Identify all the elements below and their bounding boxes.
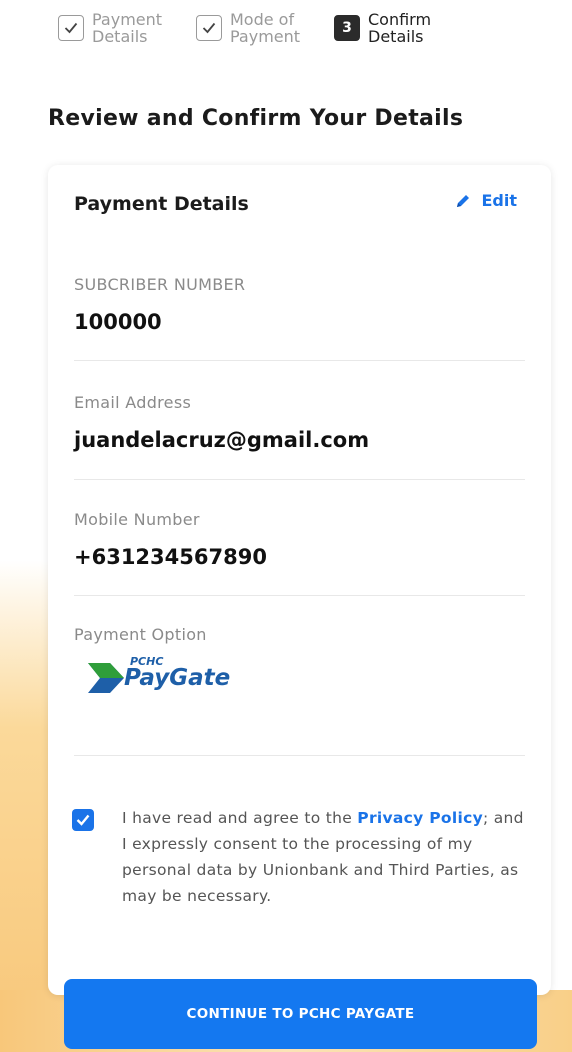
- divider: [74, 595, 525, 596]
- logo-paygate-text: PayGate: [124, 665, 231, 691]
- step-mode-of-payment[interactable]: Mode of Payment: [196, 11, 316, 45]
- check-icon: [196, 15, 222, 41]
- mobile-number-field: Mobile Number +631234567890: [74, 510, 525, 569]
- step-confirm-details[interactable]: 3 Confirm Details: [334, 11, 454, 45]
- step-label: Mode of Payment: [230, 10, 301, 46]
- email-address-field: Email Address juandelacruz@gmail.com: [74, 393, 525, 452]
- payment-option-field: Payment Option: [74, 625, 525, 644]
- field-value: 100000: [74, 310, 162, 334]
- checkmark-icon: [76, 814, 90, 826]
- edit-label: Edit: [481, 191, 517, 210]
- paygate-arrow-icon: [88, 663, 124, 693]
- pchc-paygate-logo: PCHC PayGate: [88, 655, 268, 705]
- edit-button[interactable]: Edit: [455, 191, 517, 210]
- pencil-icon: [457, 194, 470, 207]
- consent-section: I have read and agree to the Privacy Pol…: [72, 805, 532, 909]
- field-label: SUBCRIBER NUMBER: [74, 275, 246, 294]
- card-title: Payment Details: [74, 193, 249, 215]
- continue-to-pchc-paygate-button[interactable]: CONTINUE TO PCHC PAYGATE: [64, 979, 537, 1049]
- step-label: Confirm Details: [368, 10, 432, 46]
- divider: [74, 479, 525, 480]
- page-title: Review and Confirm Your Details: [48, 106, 464, 131]
- divider: [74, 755, 525, 756]
- field-value: juandelacruz@gmail.com: [74, 428, 370, 452]
- payment-details-card: Payment Details Edit SUBCRIBER NUMBER 10…: [48, 165, 551, 1049]
- check-icon: [58, 15, 84, 41]
- step-number-badge: 3: [334, 15, 360, 41]
- step-label: Payment Details: [92, 10, 163, 46]
- field-label: Email Address: [74, 393, 192, 412]
- privacy-policy-link[interactable]: Privacy Policy: [357, 809, 483, 827]
- consent-checkbox[interactable]: [72, 809, 94, 831]
- step-payment-details[interactable]: Payment Details: [58, 11, 178, 45]
- field-label: Mobile Number: [74, 510, 200, 529]
- consent-text: I have read and agree to the Privacy Pol…: [122, 809, 524, 905]
- divider: [74, 360, 525, 361]
- field-value: +631234567890: [74, 545, 267, 569]
- subscriber-number-field: SUBCRIBER NUMBER 100000: [74, 275, 525, 334]
- progress-stepper: Payment Details Mode of Payment 3 Confir…: [58, 8, 528, 48]
- field-label: Payment Option: [74, 625, 207, 644]
